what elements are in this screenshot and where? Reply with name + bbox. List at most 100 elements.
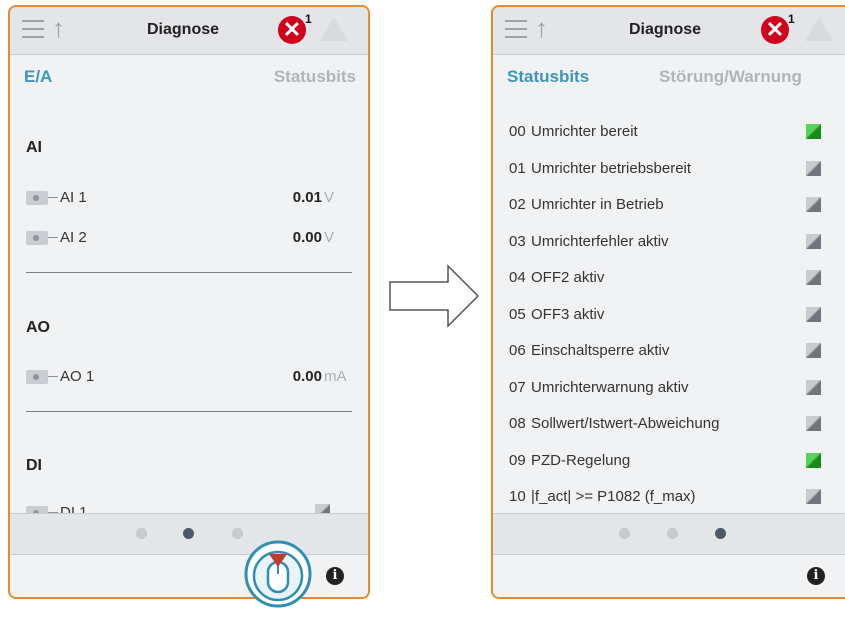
statusbit-row: 04 OFF2 aktiv: [509, 267, 829, 289]
statusbit-label: PZD-Regelung: [531, 451, 631, 469]
left-phone-screen: ↑ Diagnose ✕ 1 E/A Statusbits AI AI 1 0.…: [8, 5, 370, 599]
statusbit-indicator: [806, 416, 821, 431]
statusbit-label: Umrichter bereit: [531, 123, 638, 140]
tab-statusbits[interactable]: Statusbits: [507, 67, 589, 87]
tab-io[interactable]: E/A: [24, 67, 52, 87]
tab-statusbits[interactable]: Statusbits: [274, 67, 356, 87]
statusbit-indicator: [806, 489, 821, 504]
page-title: Diagnose: [629, 21, 702, 38]
page-dot[interactable]: [619, 528, 630, 539]
warning-icon: [320, 17, 348, 41]
statusbit-row: 08 Sollwert/Istwert-Abweichung: [509, 413, 829, 435]
error-icon[interactable]: ✕: [278, 16, 306, 44]
section-heading-ao: AO: [26, 319, 50, 336]
statusbit-row: 02 Umrichter in Betrieb: [509, 194, 829, 216]
page-dot[interactable]: [667, 528, 678, 539]
page-title: Diagnose: [147, 21, 220, 38]
info-icon[interactable]: i: [326, 567, 344, 585]
statusbit-indicator: [806, 379, 821, 395]
statusbit-number: 08: [509, 415, 526, 432]
statusbit-label: Umrichter betriebsbereit: [531, 159, 692, 177]
error-count-badge: 1: [305, 12, 312, 26]
page-dot[interactable]: [136, 528, 147, 539]
statusbit-row: 01 Umrichter betriebsbereit: [509, 158, 829, 180]
page-dot-active[interactable]: [715, 528, 726, 539]
error-icon[interactable]: ✕: [761, 16, 789, 44]
statusbit-number: 10: [509, 488, 526, 505]
io-value: 0.00: [292, 368, 322, 385]
statusbit-indicator: [806, 452, 821, 468]
statusbit-indicator: [806, 124, 821, 139]
statusbit-number: 02: [509, 196, 526, 213]
connector-icon: [26, 506, 48, 513]
section-heading-ai: AI: [26, 139, 42, 156]
footer-bar: i: [493, 555, 845, 597]
statusbit-row: 03 Umrichterfehler aktiv: [509, 231, 829, 253]
page-dot-active[interactable]: [183, 528, 194, 539]
statusbit-indicator: [806, 160, 821, 176]
page-dot[interactable]: [232, 528, 243, 539]
io-unit: V: [324, 189, 335, 206]
statusbit-indicator: [806, 197, 821, 212]
statusbit-row: 06 Einschaltsperre aktiv: [509, 340, 829, 362]
statusbit-number: 09: [509, 451, 526, 469]
up-arrow-icon[interactable]: ↑: [535, 15, 548, 41]
info-icon[interactable]: i: [807, 567, 825, 585]
statusbit-number: 05: [509, 305, 526, 323]
statusbit-indicator: [806, 270, 821, 285]
statusbit-number: 03: [509, 232, 526, 250]
tab-fault-warning[interactable]: Störung/Warnung: [659, 67, 802, 87]
di-state-indicator: [315, 504, 330, 513]
io-label: AI 2: [60, 229, 87, 246]
tab-bar: E/A Statusbits: [10, 55, 368, 97]
page-indicator: [493, 513, 845, 555]
io-content: AI AI 1 0.01 V AI 2 0.00 V AO AO 1 0.00 …: [10, 99, 368, 513]
statusbit-indicator: [806, 233, 821, 249]
io-unit: V: [324, 229, 335, 246]
io-label: AI 1: [60, 189, 87, 206]
divider: [26, 411, 352, 412]
statusbit-number: 04: [509, 269, 526, 286]
io-row[interactable]: DI 1: [26, 502, 352, 513]
io-row[interactable]: AI 2 0.00 V: [26, 227, 352, 249]
statusbit-row: 10 |f_act| >= P1082 (f_max): [509, 486, 829, 508]
statusbit-label: Umrichterfehler aktiv: [531, 232, 669, 250]
statusbit-number: 00: [509, 123, 526, 140]
right-phone-screen: ↑ Diagnose ✕ 1 Statusbits Störung/Warnun…: [491, 5, 845, 599]
statusbit-row: 07 Umrichterwarnung aktiv: [509, 377, 829, 399]
section-heading-di: DI: [26, 457, 42, 474]
warning-icon: [805, 17, 833, 41]
statusbit-number: 06: [509, 342, 526, 359]
io-value: 0.00: [292, 229, 322, 246]
menu-icon[interactable]: [22, 20, 44, 38]
io-row[interactable]: AI 1 0.01 V: [26, 187, 352, 209]
statusbit-number: 01: [509, 159, 526, 177]
statusbit-label: OFF3 aktiv: [531, 305, 605, 323]
tap-gesture-icon: [244, 540, 312, 608]
statusbit-label: |f_act| >= P1082 (f_max): [531, 488, 696, 505]
connector-icon: [26, 370, 48, 384]
io-label: AO 1: [60, 368, 95, 385]
statusbits-list: 00 Umrichter bereit 01 Umrichter betriebsbe…: [493, 99, 845, 513]
statusbit-indicator: [806, 306, 821, 322]
io-label: DI 1: [60, 504, 88, 513]
statusbit-indicator: [806, 343, 821, 358]
header-bar: ↑ Diagnose ✕ 1: [493, 7, 845, 55]
menu-icon[interactable]: [505, 20, 527, 38]
divider: [26, 272, 352, 273]
page-indicator: [10, 513, 368, 555]
io-row[interactable]: AO 1 0.00 mA: [26, 366, 352, 388]
statusbit-label: OFF2 aktiv: [531, 269, 605, 286]
statusbit-label: Umrichterwarnung aktiv: [531, 378, 689, 396]
io-unit: mA: [324, 368, 347, 385]
connector-icon: [26, 191, 48, 205]
statusbit-label: Einschaltsperre aktiv: [531, 342, 670, 359]
statusbit-row: 05 OFF3 aktiv: [509, 304, 829, 326]
statusbit-label: Sollwert/Istwert-Abweichung: [531, 415, 720, 432]
statusbit-label: Umrichter in Betrieb: [531, 196, 664, 213]
transition-arrow-icon: [389, 264, 480, 328]
statusbit-row: 00 Umrichter bereit: [509, 121, 829, 143]
up-arrow-icon[interactable]: ↑: [52, 15, 65, 41]
statusbit-row: 09 PZD-Regelung: [509, 450, 829, 472]
header-bar: ↑ Diagnose ✕ 1: [10, 7, 368, 55]
